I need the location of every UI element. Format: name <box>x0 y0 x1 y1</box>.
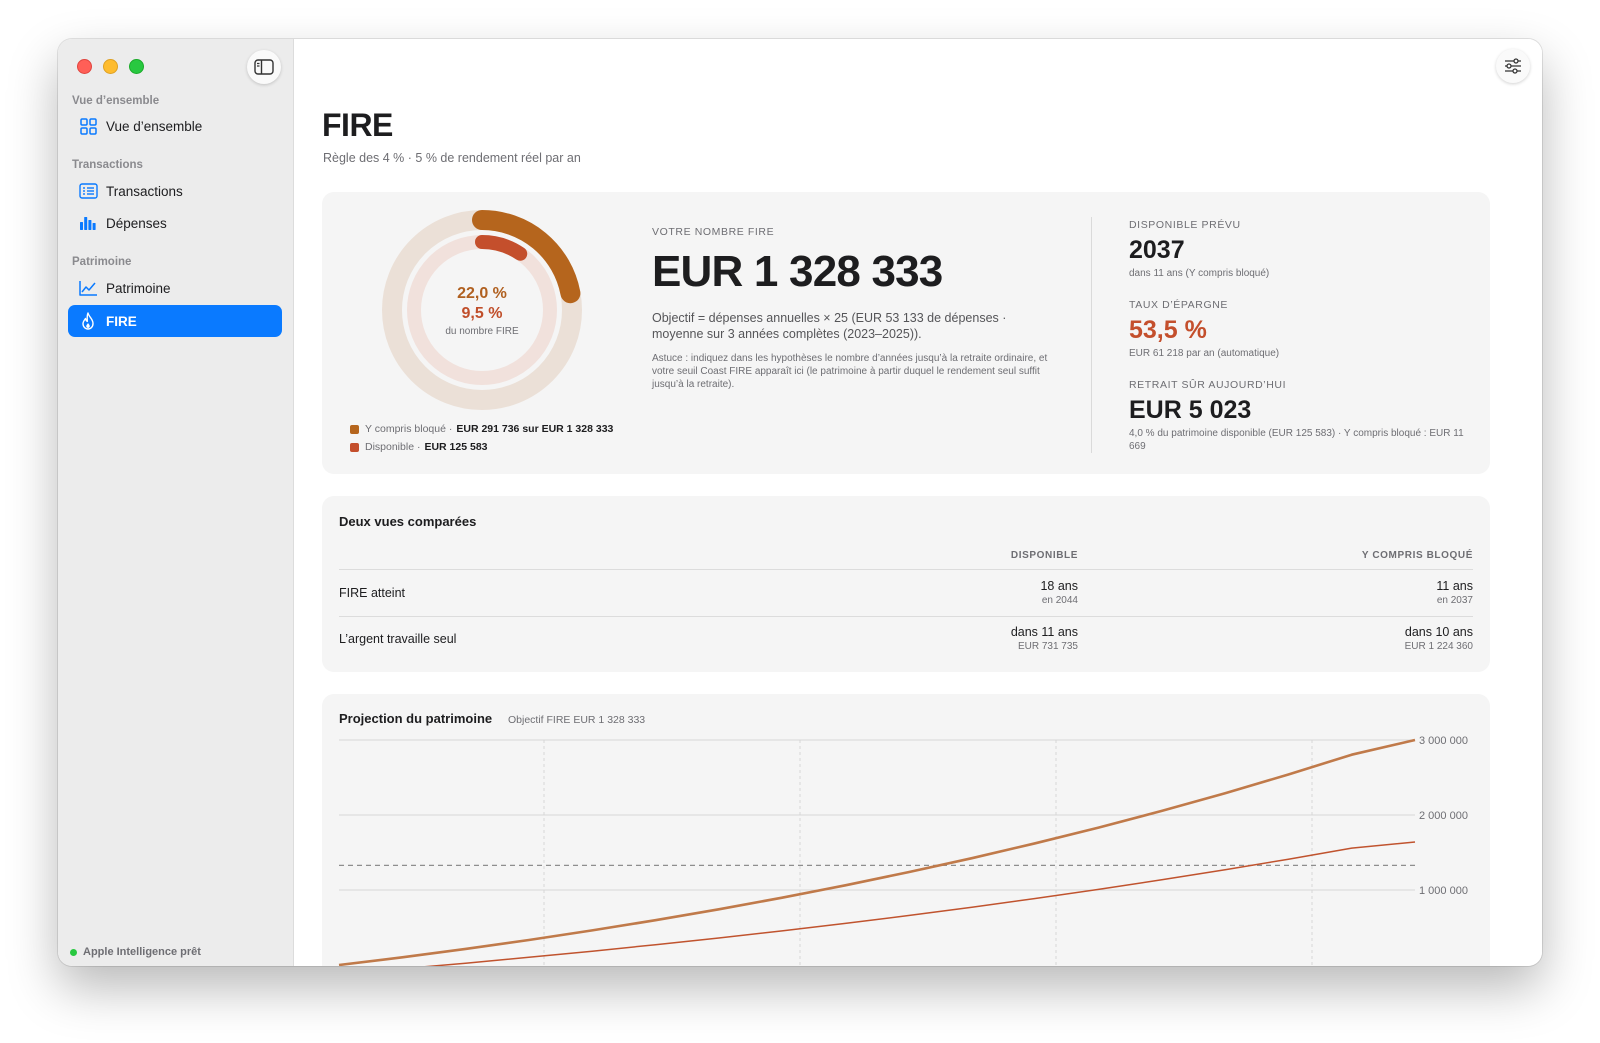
comparison-title: Deux vues comparées <box>339 514 477 529</box>
page-title: FIRE <box>322 107 393 143</box>
sidebar-section-wealth: Patrimoine <box>72 256 132 268</box>
ai-status: Apple Intelligence prêt <box>70 946 201 958</box>
cell-value: 18 ans <box>1040 579 1078 593</box>
minimize-window-button[interactable] <box>103 59 118 74</box>
pct-available: 9,5 % <box>461 304 503 322</box>
cell-sub: en 2037 <box>1436 595 1473 606</box>
ai-status-text: Apple Intelligence prêt <box>83 946 201 958</box>
cell-coast-available: dans 11 ans EUR 731 735 <box>1011 624 1078 653</box>
sidebar: Vue d’ensemble Vue d’ensemble Transactio… <box>58 39 294 966</box>
table-divider <box>339 616 1473 617</box>
stat-label: TAUX D’ÉPARGNE <box>1129 299 1229 311</box>
stat-value: 2037 <box>1129 236 1185 264</box>
ring-center-labels: 22,0 % 9,5 % du nombre FIRE <box>380 208 584 412</box>
cell-sub: en 2044 <box>1041 595 1078 606</box>
table-divider <box>339 569 1473 570</box>
stat-value: 53,5 % <box>1129 316 1207 344</box>
sidebar-section-transactions: Transactions <box>72 159 143 171</box>
settings-button[interactable] <box>1496 49 1530 83</box>
legend-available: Disponible · EUR 125 583 <box>350 441 488 453</box>
page-subtitle: Règle des 4 % · 5 % de rendement réel pa… <box>323 151 581 165</box>
status-dot-icon <box>70 948 77 956</box>
stat-note: dans 11 ans (Y compris bloqué) <box>1129 268 1270 279</box>
legend-swatch <box>350 442 359 452</box>
cell-coast-incl-blocked: dans 10 ans EUR 1 224 360 <box>1405 624 1473 653</box>
legend-value: EUR 125 583 <box>424 441 488 453</box>
cell-value: dans 11 ans <box>1010 625 1078 639</box>
fire-tip: Astuce : indiquez dans les hypothèses le… <box>652 353 1048 390</box>
fire-number-label: VOTRE NOMBRE FIRE <box>652 226 775 238</box>
sidebar-item-label: Vue d’ensemble <box>106 118 203 134</box>
close-window-button[interactable] <box>77 59 92 74</box>
stat-note: EUR 61 218 par an (automatique) <box>1129 348 1280 359</box>
pct-incl-blocked: 22,0 % <box>457 284 507 302</box>
comparison-card: Deux vues comparées DISPONIBLE Y COMPRIS… <box>322 496 1490 672</box>
y-tick-label: 1 000 000 <box>1419 885 1468 897</box>
series-line-incl-blocked <box>338 738 1416 966</box>
legend-label: Disponible · <box>365 441 421 453</box>
series-line-available <box>424 841 1416 966</box>
cell-fire-available: 18 ans en 2044 <box>1040 578 1078 607</box>
cell-value: 11 ans <box>1436 579 1473 593</box>
pct-caption: du nombre FIRE <box>445 325 519 337</box>
window-controls <box>77 59 144 74</box>
divider <box>1091 217 1092 453</box>
line-chart-icon <box>78 278 98 298</box>
projection-subtitle: Objectif FIRE EUR 1 328 333 <box>508 714 646 726</box>
y-tick-label: 3 000 000 <box>1419 735 1468 747</box>
zoom-window-button[interactable] <box>129 59 144 74</box>
grid-icon <box>78 116 98 136</box>
fire-summary-card: 22,0 % 9,5 % du nombre FIRE Y compris bl… <box>322 192 1490 474</box>
app-window: Vue d’ensemble Vue d’ensemble Transactio… <box>58 39 1542 966</box>
cell-fire-incl-blocked: 11 ans en 2037 <box>1436 578 1473 607</box>
sidebar-item-label: FIRE <box>106 313 137 329</box>
cell-value: dans 10 ans <box>1404 625 1473 639</box>
sidebar-section-overview: Vue d’ensemble <box>72 95 160 107</box>
cell-sub: EUR 731 735 <box>1017 641 1078 652</box>
projection-title: Projection du patrimoine <box>339 711 493 726</box>
fire-number-value: EUR 1 328 333 <box>652 247 943 296</box>
projection-card: Projection du patrimoine Objectif FIRE E… <box>322 694 1490 966</box>
flame-icon <box>78 311 98 331</box>
sidebar-item-transactions[interactable]: Transactions <box>68 175 282 207</box>
sidebar-item-overview[interactable]: Vue d’ensemble <box>68 110 282 142</box>
stat-safe-withdrawal: RETRAIT SÛR AUJOURD’HUI EUR 5 023 4,0 % … <box>1129 379 1474 453</box>
main-content: FIRE Règle des 4 % · 5 % de rendement ré… <box>294 39 1542 966</box>
legend-label: Y compris bloqué · <box>365 423 453 435</box>
row-label-money-works: L’argent travaille seul <box>339 632 457 646</box>
sidebar-toggle-button[interactable] <box>247 50 281 84</box>
fire-description: Objectif = dépenses annuelles × 25 (EUR … <box>652 311 1007 341</box>
sidebar-item-expenses[interactable]: Dépenses <box>68 207 282 239</box>
col-header-available: DISPONIBLE <box>1010 550 1078 561</box>
y-tick-label: 2 000 000 <box>1419 810 1468 822</box>
sidebar-item-fire[interactable]: FIRE <box>68 305 282 337</box>
list-icon <box>78 181 98 201</box>
legend-incl-blocked: Y compris bloqué · EUR 291 736 sur EUR 1… <box>350 423 613 435</box>
stat-value: EUR 5 023 <box>1129 396 1252 424</box>
projection-chart: 1 000 000 2 000 000 3 000 000 <box>338 735 1468 966</box>
stat-savings-rate: TAUX D’ÉPARGNE 53,5 % EUR 61 218 par an … <box>1129 299 1474 360</box>
cell-sub: EUR 1 224 360 <box>1404 641 1473 652</box>
sidebar-item-wealth[interactable]: Patrimoine <box>68 272 282 304</box>
fire-number-block: VOTRE NOMBRE FIRE EUR 1 328 333 Objectif… <box>652 226 1052 391</box>
sidebar-toggle-icon <box>254 59 274 75</box>
stat-label: DISPONIBLE PRÉVU <box>1129 219 1241 231</box>
sidebar-item-label: Dépenses <box>106 215 167 231</box>
fire-progress-ring: 22,0 % 9,5 % du nombre FIRE <box>380 208 584 412</box>
sidebar-item-label: Patrimoine <box>106 280 171 296</box>
row-label-fire-reached: FIRE atteint <box>339 586 405 600</box>
stat-available-year: DISPONIBLE PRÉVU 2037 dans 11 ans (Y com… <box>1129 219 1474 280</box>
stat-note: 4,0 % du patrimoine disponible (EUR 125 … <box>1129 428 1464 452</box>
sliders-icon <box>1505 58 1521 74</box>
sidebar-item-label: Transactions <box>106 183 183 199</box>
bar-chart-icon <box>78 213 98 233</box>
stat-label: RETRAIT SÛR AUJOURD’HUI <box>1129 379 1287 391</box>
legend-swatch <box>350 424 359 434</box>
legend-value: EUR 291 736 sur EUR 1 328 333 <box>456 423 614 435</box>
col-header-incl-blocked: Y COMPRIS BLOQUÉ <box>1361 550 1473 561</box>
